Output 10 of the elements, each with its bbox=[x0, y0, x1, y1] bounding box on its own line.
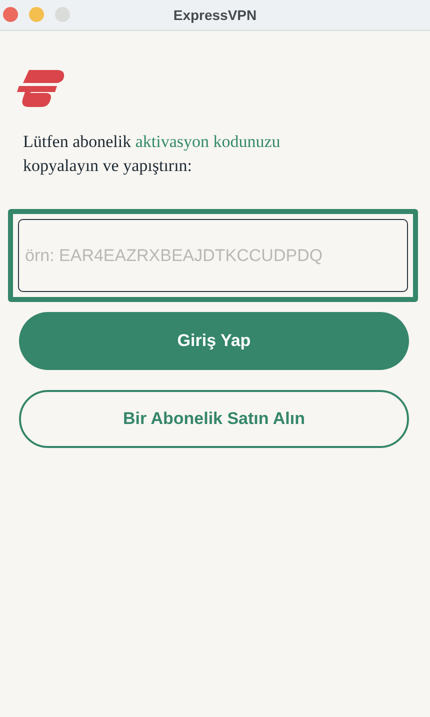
window-control[interactable] bbox=[55, 7, 70, 22]
buy-subscription-button[interactable]: Bir Abonelik Satın Alın bbox=[19, 390, 409, 448]
window-title: ExpressVPN bbox=[173, 7, 257, 23]
window-control[interactable] bbox=[3, 7, 18, 22]
login-button[interactable]: Giriş Yap bbox=[19, 312, 409, 370]
code-field[interactable]: örn: EAR4EAZRXBEAJDTKCCUDPDQ bbox=[8, 209, 418, 302]
window-control[interactable] bbox=[29, 7, 44, 22]
activation-code-link[interactable]: aktivasyon kodunuzu bbox=[135, 132, 280, 151]
instruction-text: Lütfen abonelik aktivasyon kodunuzu kopyalayın ve yapıştırın: bbox=[23, 131, 282, 177]
logo-icon bbox=[17, 70, 65, 108]
